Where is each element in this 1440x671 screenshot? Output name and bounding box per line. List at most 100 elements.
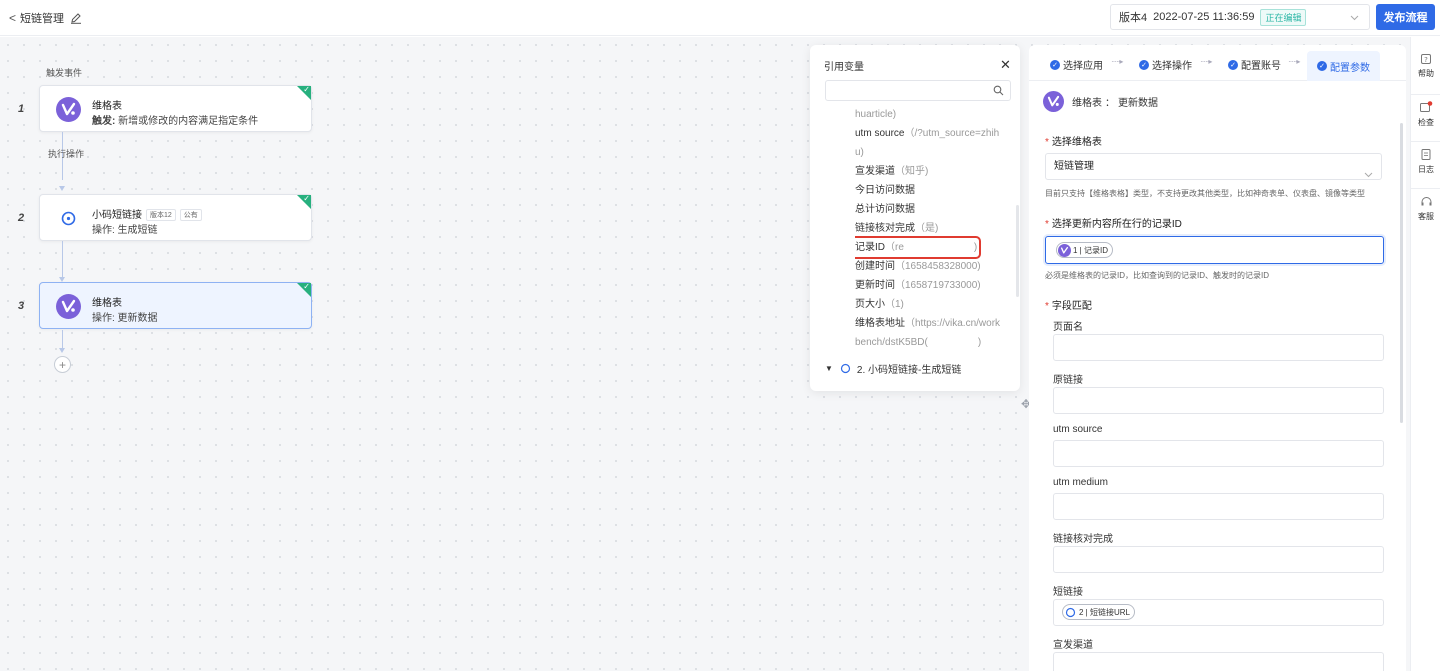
check-icon: ✓ — [303, 282, 310, 291]
node-subtitle: 触发: 新增或修改的内容满足指定条件 — [92, 112, 258, 127]
field-input-channel[interactable] — [1053, 652, 1384, 671]
step-configure-account[interactable]: ✓ 配置账号 — [1228, 57, 1281, 72]
field-input-original-link[interactable] — [1053, 387, 1384, 414]
edit-icon[interactable] — [70, 12, 82, 24]
variable-panel: 引用变量 ✕ huarticle) utm source（/?utm_sourc… — [810, 45, 1020, 391]
step-configure-params[interactable]: ✓ 配置参数 — [1307, 51, 1380, 81]
target-icon — [840, 363, 851, 374]
variable-item[interactable]: 页大小（1) — [855, 295, 1005, 314]
variable-item[interactable]: utm source（/?utm_source=zhih — [855, 124, 1005, 143]
vika-logo-icon — [56, 294, 81, 319]
variable-item[interactable]: 链接核对完成（是) — [855, 219, 1005, 238]
field-input-page-name[interactable] — [1053, 334, 1384, 361]
target-icon — [61, 211, 76, 226]
variable-item[interactable]: 维格表地址（https://vika.cn/work — [855, 314, 1005, 333]
short-link-chip[interactable]: 2 | 短链接URL — [1062, 604, 1135, 620]
add-step-button[interactable]: + — [54, 356, 71, 373]
help-button[interactable]: ? 帮助 — [1411, 53, 1440, 79]
publish-button[interactable]: 发布流程 — [1376, 4, 1435, 30]
variable-item[interactable]: 今日访问数据 — [855, 181, 1005, 200]
record-id-chip[interactable]: 1 | 记录ID — [1056, 242, 1113, 258]
check-circle-icon: ✓ — [1050, 59, 1060, 70]
help-icon: ? — [1421, 54, 1431, 64]
step-select-action[interactable]: ✓ 选择操作 — [1139, 57, 1192, 72]
support-button[interactable]: 客服 — [1411, 196, 1440, 222]
chevron-down-icon — [1350, 12, 1359, 24]
version-select[interactable]: 版本4 2022-07-25 11:36:59 正在编辑 — [1110, 4, 1370, 30]
log-icon — [1421, 149, 1431, 160]
rail-label: 客服 — [1418, 212, 1434, 221]
vika-logo-icon — [56, 97, 81, 122]
step-label: 配置参数 — [1330, 62, 1370, 74]
variable-name: 页大小 — [855, 299, 885, 310]
field-label-channel: 宣发渠道 — [1053, 640, 1093, 651]
variable-name: 更新时间 — [855, 280, 895, 291]
config-steps: ✓ 选择应用 ·····▸ ✓ 选择操作 ·····▸ ✓ 配置账号 ·····▸ ✓… — [1029, 45, 1406, 81]
connector-line — [62, 330, 63, 348]
action-node-shortlink[interactable]: 小码短链接 版本12 公有 操作: 生成短链 ✓ — [39, 194, 312, 241]
config-header: 维格表 ： 更新数据 — [1043, 91, 1158, 112]
variable-item[interactable]: 宣发渠道（知乎) — [855, 162, 1005, 181]
connector-arrow — [59, 348, 65, 353]
variable-value: （1658458328000) — [895, 261, 981, 272]
variable-value: （1658719733000) — [895, 280, 981, 291]
variable-value: （/?utm_source=zhih — [904, 128, 1000, 139]
variable-name: 总计访问数据 — [855, 204, 915, 215]
step-arrow: ·····▸ — [1200, 57, 1212, 66]
step-label: 配置账号 — [1241, 61, 1281, 72]
variable-group-shortlink[interactable]: ▼ 2. 小码短链接-生成短链 — [825, 361, 961, 376]
check-button[interactable]: 检查 — [1411, 101, 1440, 128]
variable-item[interactable]: 更新时间（1658719733000) — [855, 276, 1005, 295]
variable-value: huarticle) — [855, 109, 897, 120]
check-circle-icon: ✓ — [1228, 59, 1238, 70]
action-node-update[interactable]: 维格表 操作: 更新数据 ✓ — [39, 282, 312, 329]
connector-arrow — [59, 186, 65, 191]
variable-item[interactable]: u) — [855, 143, 1005, 162]
variable-name: utm source — [855, 128, 905, 139]
variable-item-record-id[interactable]: 记录ID（re ) — [855, 236, 981, 259]
field-input-utm-medium[interactable] — [1053, 493, 1384, 520]
step-number: 1 — [18, 103, 25, 115]
vika-logo-icon — [1043, 91, 1064, 112]
field-input-link-verified[interactable] — [1053, 546, 1384, 573]
variable-name: 维格表地址 — [855, 318, 905, 329]
back-button[interactable]: < 短链管理 — [9, 10, 82, 26]
field-label-page-name: 页面名 — [1053, 322, 1083, 333]
log-button[interactable]: 日志 — [1411, 148, 1440, 175]
field-mapping-label: * 字段匹配 — [1045, 297, 1092, 312]
trigger-node[interactable]: 维格表 触发: 新增或修改的内容满足指定条件 ✓ — [39, 85, 312, 132]
variable-item[interactable]: 创建时间（1658458328000) — [855, 257, 1005, 276]
step-arrow: ·····▸ — [1288, 57, 1300, 66]
scrollbar[interactable] — [1400, 123, 1403, 423]
check-icon: ✓ — [303, 85, 310, 94]
scrollbar[interactable] — [1016, 205, 1019, 297]
record-id-input[interactable]: 1 | 记录ID — [1045, 236, 1384, 264]
field-input-utm-source[interactable] — [1053, 440, 1384, 467]
field-input-short-link[interactable]: 2 | 短链接URL — [1053, 599, 1384, 626]
step-select-app[interactable]: ✓ 选择应用 — [1050, 57, 1103, 72]
variable-value: （知乎) — [895, 166, 929, 177]
variable-name: 记录ID — [855, 242, 885, 253]
top-bar: < 短链管理 版本4 2022-07-25 11:36:59 正在编辑 发布流程 — [0, 0, 1440, 36]
variable-search-input[interactable] — [825, 80, 1011, 101]
header-action-name: 更新数据 — [1118, 98, 1158, 109]
step-arrow: ·····▸ — [1111, 57, 1123, 66]
datasheet-helper: 目前只支持【维格表格】类型，不支持更改其他类型，比如神奇表单、仪表盘、镜像等类型 — [1045, 189, 1365, 198]
editing-badge: 正在编辑 — [1260, 8, 1307, 26]
datasheet-label: * 选择维格表 — [1045, 133, 1102, 148]
variable-item[interactable]: 总计访问数据 — [855, 200, 1005, 219]
chip-label: 1 | 记录ID — [1073, 245, 1108, 255]
close-icon[interactable]: ✕ — [1000, 57, 1011, 73]
node-subtitle: 操作: 更新数据 — [92, 313, 158, 324]
variable-item[interactable]: bench/dstK5BD( ) — [855, 333, 1005, 352]
variable-name: 链接核对完成 — [855, 223, 915, 234]
label-text: 选择更新内容所在行的记录ID — [1051, 219, 1182, 230]
divider — [1411, 188, 1440, 189]
datasheet-select[interactable]: 短链管理 — [1045, 153, 1382, 180]
required-mark: * — [1045, 137, 1049, 148]
action-section-label: 执行操作 — [48, 149, 85, 159]
step-label: 选择应用 — [1063, 61, 1103, 72]
chevron-down-icon — [1364, 163, 1373, 188]
variable-item[interactable]: huarticle) — [855, 105, 1005, 124]
node-title: 小码短链接 — [92, 210, 142, 221]
